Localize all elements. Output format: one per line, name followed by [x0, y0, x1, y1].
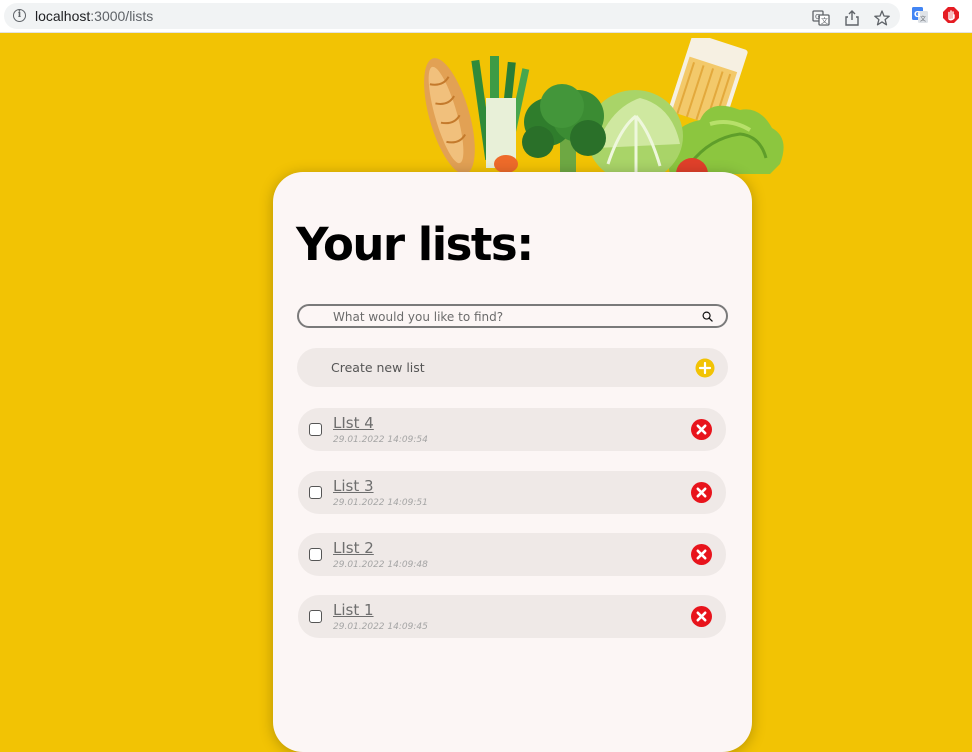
list-name-link[interactable]: LIst 2 [333, 539, 374, 557]
svg-text:G: G [815, 13, 820, 21]
adblock-icon[interactable] [942, 6, 960, 24]
url-path: :3000/lists [90, 8, 154, 24]
list-name-link[interactable]: LIst 4 [333, 414, 374, 432]
create-list-label: Create new list [331, 360, 425, 375]
list-item: LIst 2 29.01.2022 14:09:48 [298, 533, 726, 576]
list-date: 29.01.2022 14:09:54 [333, 435, 428, 445]
url-host: localhost [35, 8, 91, 24]
translate-icon[interactable]: G 文 [812, 9, 830, 27]
page-title: Your lists: [296, 218, 534, 271]
browser-toolbar: i localhost:3000/lists G 文 G 文 [0, 0, 972, 33]
lists-card: Your lists: Create new list LIst 4 29.01… [273, 172, 752, 752]
list-checkbox[interactable] [309, 548, 322, 561]
create-list-button[interactable]: Create new list [297, 348, 728, 387]
search-icon[interactable] [702, 311, 713, 322]
close-circle-icon[interactable] [691, 544, 712, 565]
list-name-link[interactable]: List 3 [333, 477, 374, 495]
close-circle-icon[interactable] [691, 606, 712, 627]
svg-text:文: 文 [821, 16, 828, 25]
close-circle-icon[interactable] [691, 419, 712, 440]
google-translate-icon[interactable]: G 文 [911, 6, 929, 24]
list-date: 29.01.2022 14:09:45 [333, 622, 428, 632]
svg-text:文: 文 [920, 15, 926, 23]
list-item: List 1 29.01.2022 14:09:45 [298, 595, 726, 638]
list-checkbox[interactable] [309, 486, 322, 499]
close-circle-icon[interactable] [691, 482, 712, 503]
list-date: 29.01.2022 14:09:51 [333, 498, 428, 508]
info-icon[interactable]: i [13, 9, 26, 22]
search-input[interactable] [333, 308, 693, 326]
star-icon[interactable] [873, 9, 891, 27]
list-date: 29.01.2022 14:09:48 [333, 560, 428, 570]
address-bar[interactable]: i localhost:3000/lists G 文 [4, 3, 900, 29]
list-item: List 3 29.01.2022 14:09:51 [298, 471, 726, 514]
url-text[interactable]: localhost:3000/lists [35, 8, 153, 24]
list-checkbox[interactable] [309, 423, 322, 436]
share-icon[interactable] [843, 9, 861, 27]
plus-circle-icon[interactable] [695, 358, 715, 378]
search-bar[interactable] [297, 304, 728, 328]
vegetables-image [424, 38, 784, 174]
list-item: LIst 4 29.01.2022 14:09:54 [298, 408, 726, 451]
list-checkbox[interactable] [309, 610, 322, 623]
list-name-link[interactable]: List 1 [333, 601, 374, 619]
